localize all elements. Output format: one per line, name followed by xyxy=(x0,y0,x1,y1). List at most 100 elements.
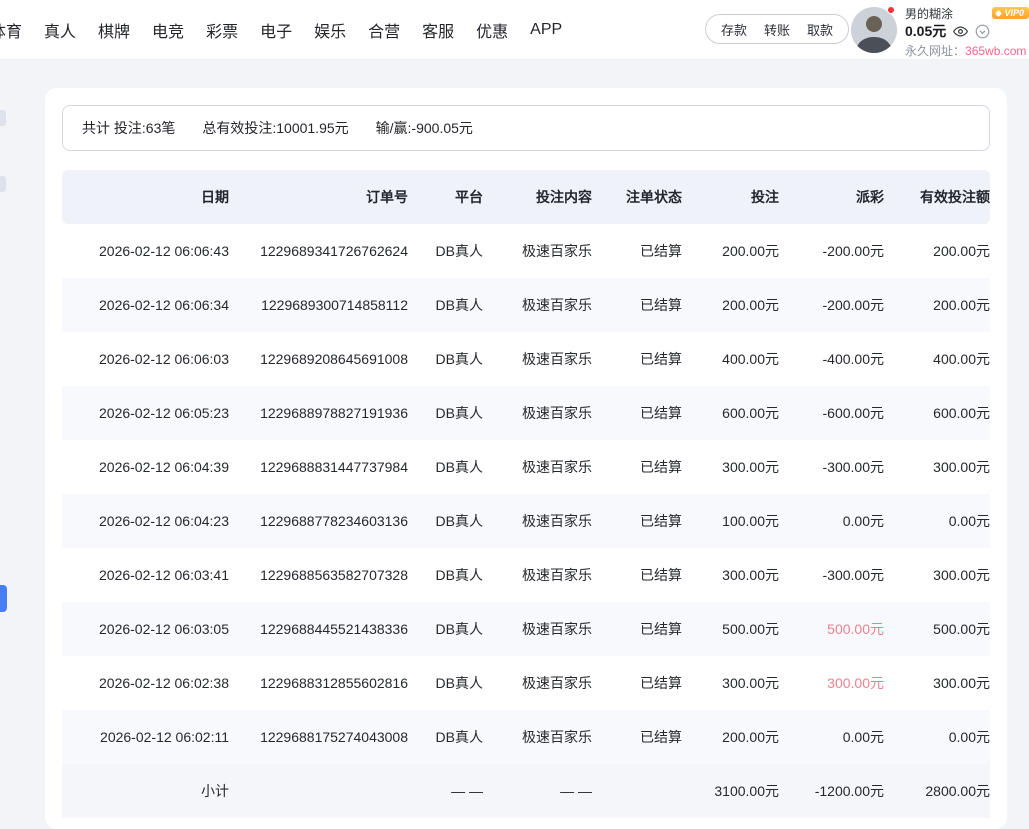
payout-cell: -200.00元 xyxy=(779,224,884,278)
content-cell: 极速百家乐 xyxy=(483,548,592,602)
content-cell: 极速百家乐 xyxy=(483,656,592,710)
table-row: 2026-02-12 06:02:381229688312855602816DB… xyxy=(62,656,990,710)
valid-cell: 600.00元 xyxy=(884,386,990,440)
payout-cell: -600.00元 xyxy=(779,386,884,440)
date-cell: 2026-02-12 06:06:43 xyxy=(62,224,229,278)
column-header-订单号: 订单号 xyxy=(229,170,408,224)
site-url-label: 永久网址： xyxy=(905,44,965,58)
left-floating-tab[interactable] xyxy=(0,585,7,612)
column-header-投注: 投注 xyxy=(682,170,779,224)
subtotal-order-cell xyxy=(229,764,408,818)
status-cell: 已结算 xyxy=(592,332,682,386)
column-header-派彩: 派彩 xyxy=(779,170,884,224)
site-url[interactable]: 365wb.com xyxy=(965,44,1026,58)
table-row: 2026-02-12 06:02:111229688175274043008DB… xyxy=(62,710,990,764)
table-row: 2026-02-12 06:04:391229688831447737984DB… xyxy=(62,440,990,494)
subtotal-date-cell: 小计 xyxy=(62,764,229,818)
bet-cell: 200.00元 xyxy=(682,710,779,764)
nav-item-娱乐[interactable]: 娱乐 xyxy=(314,18,346,42)
valid-cell: 200.00元 xyxy=(884,224,990,278)
payout-cell: 300.00元 xyxy=(779,656,884,710)
bet-cell: 300.00元 xyxy=(682,548,779,602)
nav-item-优惠[interactable]: 优惠 xyxy=(476,18,508,42)
order-cell: 1229689341726762624 xyxy=(229,224,408,278)
table-row: 2026-02-12 06:06:431229689341726762624DB… xyxy=(62,224,990,278)
wallet-button-转账[interactable]: 转账 xyxy=(764,20,790,39)
wallet-button-存款[interactable]: 存款 xyxy=(721,20,747,39)
avatar[interactable] xyxy=(851,7,897,53)
left-widget-fragment xyxy=(0,110,6,126)
summary-total-bets: 共计 投注:63笔 xyxy=(82,118,175,138)
status-cell: 已结算 xyxy=(592,386,682,440)
wallet-button-取款[interactable]: 取款 xyxy=(807,20,833,39)
summary-bar: 共计 投注:63笔 总有效投注:10001.95元 输/赢:-900.05元 xyxy=(62,105,990,151)
bet-table: 日期订单号平台投注内容注单状态投注派彩有效投注额 2026-02-12 06:0… xyxy=(62,170,990,818)
content-cell: 极速百家乐 xyxy=(483,332,592,386)
top-nav: 体育真人棋牌电竞彩票电子娱乐合营客服优惠 APP 存款转账取款 男的糊涂 VIP0… xyxy=(0,0,1029,60)
status-cell: 已结算 xyxy=(592,494,682,548)
eye-icon[interactable] xyxy=(953,24,968,39)
bet-cell: 300.00元 xyxy=(682,656,779,710)
order-cell: 1229689300714858112 xyxy=(229,278,408,332)
content-cell: 极速百家乐 xyxy=(483,278,592,332)
main-nav: 体育真人棋牌电竞彩票电子娱乐合营客服优惠 APP xyxy=(0,0,562,60)
bet-cell: 300.00元 xyxy=(682,440,779,494)
bet-cell: 200.00元 xyxy=(682,224,779,278)
status-cell: 已结算 xyxy=(592,656,682,710)
column-header-平台: 平台 xyxy=(408,170,483,224)
date-cell: 2026-02-12 06:02:11 xyxy=(62,710,229,764)
content-cell: 极速百家乐 xyxy=(483,602,592,656)
status-cell: 已结算 xyxy=(592,440,682,494)
refresh-balance-icon[interactable] xyxy=(975,24,990,39)
bet-cell: 600.00元 xyxy=(682,386,779,440)
table-row: 2026-02-12 06:06:031229689208645691008DB… xyxy=(62,332,990,386)
table-row: 2026-02-12 06:05:231229688978827191936DB… xyxy=(62,386,990,440)
order-cell: 1229688445521438336 xyxy=(229,602,408,656)
nav-item-棋牌[interactable]: 棋牌 xyxy=(98,18,130,42)
vip-icon xyxy=(995,9,1002,16)
status-cell: 已结算 xyxy=(592,710,682,764)
nav-item-电竞[interactable]: 电竞 xyxy=(152,18,184,42)
table-row: 2026-02-12 06:03:411229688563582707328DB… xyxy=(62,548,990,602)
column-header-日期: 日期 xyxy=(62,170,229,224)
column-header-有效投注额: 有效投注额 xyxy=(884,170,990,224)
subtotal-payout-cell: -1200.00元 xyxy=(779,764,884,818)
nav-item-体育[interactable]: 体育 xyxy=(0,18,22,42)
order-cell: 1229688778234603136 xyxy=(229,494,408,548)
platform-cell: DB真人 xyxy=(408,494,483,548)
nav-item-合营[interactable]: 合营 xyxy=(368,18,400,42)
nav-item-彩票[interactable]: 彩票 xyxy=(206,18,238,42)
left-widget-fragment xyxy=(0,176,6,192)
nav-item-电子[interactable]: 电子 xyxy=(260,18,292,42)
content-cell: 极速百家乐 xyxy=(483,386,592,440)
date-cell: 2026-02-12 06:06:03 xyxy=(62,332,229,386)
nav-item-APP[interactable]: APP xyxy=(530,21,562,39)
column-header-投注内容: 投注内容 xyxy=(483,170,592,224)
date-cell: 2026-02-12 06:04:39 xyxy=(62,440,229,494)
platform-cell: DB真人 xyxy=(408,710,483,764)
platform-cell: DB真人 xyxy=(408,602,483,656)
payout-cell: 0.00元 xyxy=(779,494,884,548)
notification-dot xyxy=(887,6,895,14)
order-cell: 1229689208645691008 xyxy=(229,332,408,386)
payout-cell: 0.00元 xyxy=(779,710,884,764)
platform-cell: DB真人 xyxy=(408,440,483,494)
username: 男的糊涂 xyxy=(905,5,953,22)
content-cell: 极速百家乐 xyxy=(483,710,592,764)
payout-cell: -400.00元 xyxy=(779,332,884,386)
vip-badge: VIP0 xyxy=(992,7,1029,19)
platform-cell: DB真人 xyxy=(408,278,483,332)
bet-cell: 100.00元 xyxy=(682,494,779,548)
date-cell: 2026-02-12 06:04:23 xyxy=(62,494,229,548)
subtotal-valid-cell: 2800.00元 xyxy=(884,764,990,818)
valid-cell: 0.00元 xyxy=(884,710,990,764)
summary-total-valid: 总有效投注:10001.95元 xyxy=(202,118,348,138)
subtotal-row: 小计— —— —3100.00元-1200.00元2800.00元 xyxy=(62,764,990,818)
table-row: 2026-02-12 06:03:051229688445521438336DB… xyxy=(62,602,990,656)
subtotal-bet-cell: 3100.00元 xyxy=(682,764,779,818)
platform-cell: DB真人 xyxy=(408,224,483,278)
nav-item-真人[interactable]: 真人 xyxy=(44,18,76,42)
order-cell: 1229688563582707328 xyxy=(229,548,408,602)
nav-item-客服[interactable]: 客服 xyxy=(422,18,454,42)
date-cell: 2026-02-12 06:03:41 xyxy=(62,548,229,602)
